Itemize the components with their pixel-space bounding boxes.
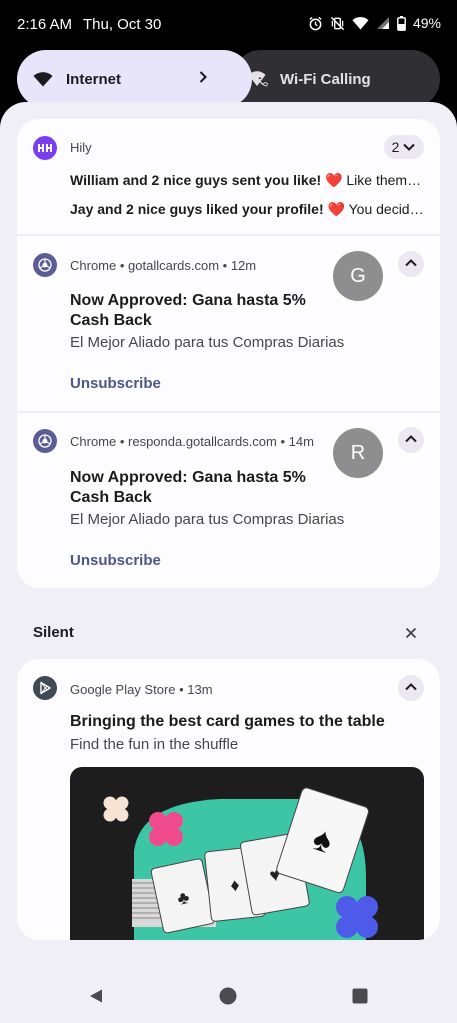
notification-group: Hily 2 William and 2 nice guys sent you … xyxy=(17,119,440,588)
hily-notification[interactable]: Hily 2 William and 2 nice guys sent you … xyxy=(17,119,440,234)
internet-label: Internet xyxy=(66,70,122,88)
hily-message-1-bold: William and 2 nice guys sent you like! xyxy=(70,172,326,188)
notification-title: Bringing the best card games to the tabl… xyxy=(70,713,385,730)
recents-button[interactable] xyxy=(346,984,374,1012)
avatar: R xyxy=(333,428,383,478)
home-button[interactable] xyxy=(214,984,242,1012)
hily-app-name: Hily xyxy=(70,140,92,155)
notification-title: Now Approved: Gana hasta 5% Cash Back xyxy=(70,469,306,506)
navigation-bar xyxy=(0,960,457,1023)
notification-title: Now Approved: Gana hasta 5% Cash Back xyxy=(70,292,306,329)
play-store-notification[interactable]: Google Play Store • 13m Bringing the bes… xyxy=(17,659,440,940)
avatar-letter: R xyxy=(350,441,366,464)
chrome-app-icon xyxy=(33,429,57,453)
hily-app-icon xyxy=(33,136,57,160)
recents-square-icon xyxy=(352,988,368,1009)
close-icon[interactable] xyxy=(402,624,420,642)
vibrate-off-icon xyxy=(330,16,345,31)
chrome-notification-1[interactable]: Chrome • gotallcards.com • 12m G Now App… xyxy=(17,236,440,411)
status-date: Thu, Oct 30 xyxy=(83,16,162,33)
chevron-up-icon xyxy=(404,255,418,273)
battery-icon xyxy=(397,15,406,31)
play-store-notification-header: Google Play Store • 13m xyxy=(70,682,213,697)
back-triangle-icon xyxy=(88,988,104,1009)
collapse-button[interactable] xyxy=(398,427,424,453)
hily-message-2-bold: Jay and 2 nice guys liked your profile! xyxy=(70,201,328,217)
avatar-letter: G xyxy=(350,264,366,287)
avatar: G xyxy=(333,251,383,301)
wifi-icon xyxy=(352,16,369,30)
notification-count: 2 xyxy=(391,139,400,155)
hily-message-1: William and 2 nice guys sent you like! ❤… xyxy=(70,172,421,189)
signal-icon xyxy=(376,16,390,30)
collapse-button[interactable] xyxy=(398,675,424,701)
expand-count-button[interactable]: 2 xyxy=(384,135,424,159)
chrome-notification-header: Chrome • responda.gotallcards.com • 14m xyxy=(70,434,314,449)
chrome-notification-header: Chrome • gotallcards.com • 12m xyxy=(70,258,257,273)
notification-text: El Mejor Aliado para tus Compras Diarias xyxy=(70,334,345,351)
chrome-app-icon xyxy=(33,253,57,277)
hily-message-2: Jay and 2 nice guys liked your profile! … xyxy=(70,201,424,218)
silent-section-label: Silent xyxy=(33,624,74,641)
alarm-icon xyxy=(308,16,323,31)
hily-message-1-rest: Like them… xyxy=(342,172,422,188)
heart-emoji-icon: ❤️ xyxy=(327,201,345,217)
wifi-calling-tile[interactable]: Wi-Fi Calling xyxy=(232,50,440,108)
notification-text: El Mejor Aliado para tus Compras Diarias xyxy=(70,511,345,528)
notification-text: Find the fun in the shuffle xyxy=(70,736,239,753)
play-store-app-icon xyxy=(33,676,57,700)
status-bar: 2:16 AM Thu, Oct 30 49% xyxy=(0,0,457,48)
wifi-calling-label: Wi-Fi Calling xyxy=(280,70,371,88)
internet-tile[interactable]: Internet xyxy=(17,50,252,108)
home-circle-icon xyxy=(219,987,237,1010)
unsubscribe-button[interactable]: Unsubscribe xyxy=(70,375,161,392)
heart-emoji-icon: ❤️ xyxy=(325,172,343,188)
wifi-icon xyxy=(33,69,53,89)
collapse-button[interactable] xyxy=(398,251,424,277)
chevron-right-icon xyxy=(198,70,208,88)
status-time: 2:16 AM xyxy=(17,16,73,33)
back-button[interactable] xyxy=(82,984,110,1012)
chevron-up-icon xyxy=(404,431,418,449)
promo-image: ♣ ♦ ♥ ♠ xyxy=(70,767,424,940)
battery-percent: 49% xyxy=(412,15,441,31)
chevron-up-icon xyxy=(404,679,418,697)
chevron-down-icon xyxy=(402,139,416,155)
chrome-notification-2[interactable]: Chrome • responda.gotallcards.com • 14m … xyxy=(17,413,440,588)
hily-message-2-rest: You decid… xyxy=(344,201,424,217)
unsubscribe-button[interactable]: Unsubscribe xyxy=(70,552,161,569)
status-icons: 49% xyxy=(308,15,441,31)
